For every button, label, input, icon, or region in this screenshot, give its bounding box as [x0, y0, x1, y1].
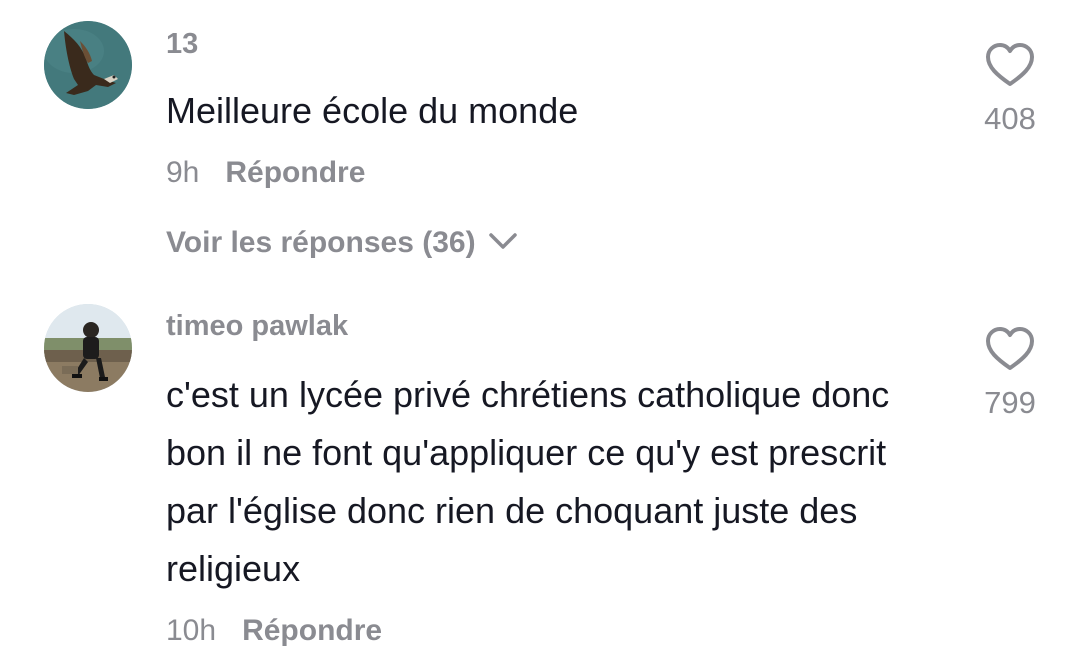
reply-button[interactable]: Répondre: [225, 156, 365, 189]
user-avatar[interactable]: [44, 304, 132, 392]
heart-icon: [970, 326, 1050, 377]
eagle-avatar-icon: [44, 21, 132, 109]
view-replies-label: Voir les réponses (36): [166, 226, 476, 259]
comment-username[interactable]: 13: [166, 28, 198, 61]
comment-username[interactable]: timeo pawlak: [166, 310, 348, 343]
comment-item: timeo pawlak c'est un lycée privé chréti…: [0, 290, 1080, 665]
person-photo-avatar-icon: [44, 304, 132, 392]
chevron-down-icon: [488, 224, 518, 258]
like-button[interactable]: 799: [970, 326, 1050, 421]
comment-meta: 10h Répondre: [166, 614, 382, 648]
comment-item: 13 Meilleure école du monde 9h Répondre V…: [0, 0, 1080, 290]
view-replies-button[interactable]: Voir les réponses (36): [166, 226, 518, 260]
comment-timestamp: 9h: [166, 156, 200, 189]
heart-icon: [970, 42, 1050, 93]
like-count: 799: [984, 385, 1036, 420]
comment-meta: 9h Répondre: [166, 156, 365, 190]
comment-timestamp: 10h: [166, 614, 217, 647]
comment-text: c'est un lycée privé chrétiens catholiqu…: [166, 374, 890, 589]
like-button[interactable]: 408: [970, 42, 1050, 137]
like-count: 408: [984, 101, 1036, 136]
user-avatar[interactable]: [44, 21, 132, 109]
comment-text: Meilleure école du monde: [166, 90, 579, 131]
reply-button[interactable]: Répondre: [242, 614, 382, 647]
